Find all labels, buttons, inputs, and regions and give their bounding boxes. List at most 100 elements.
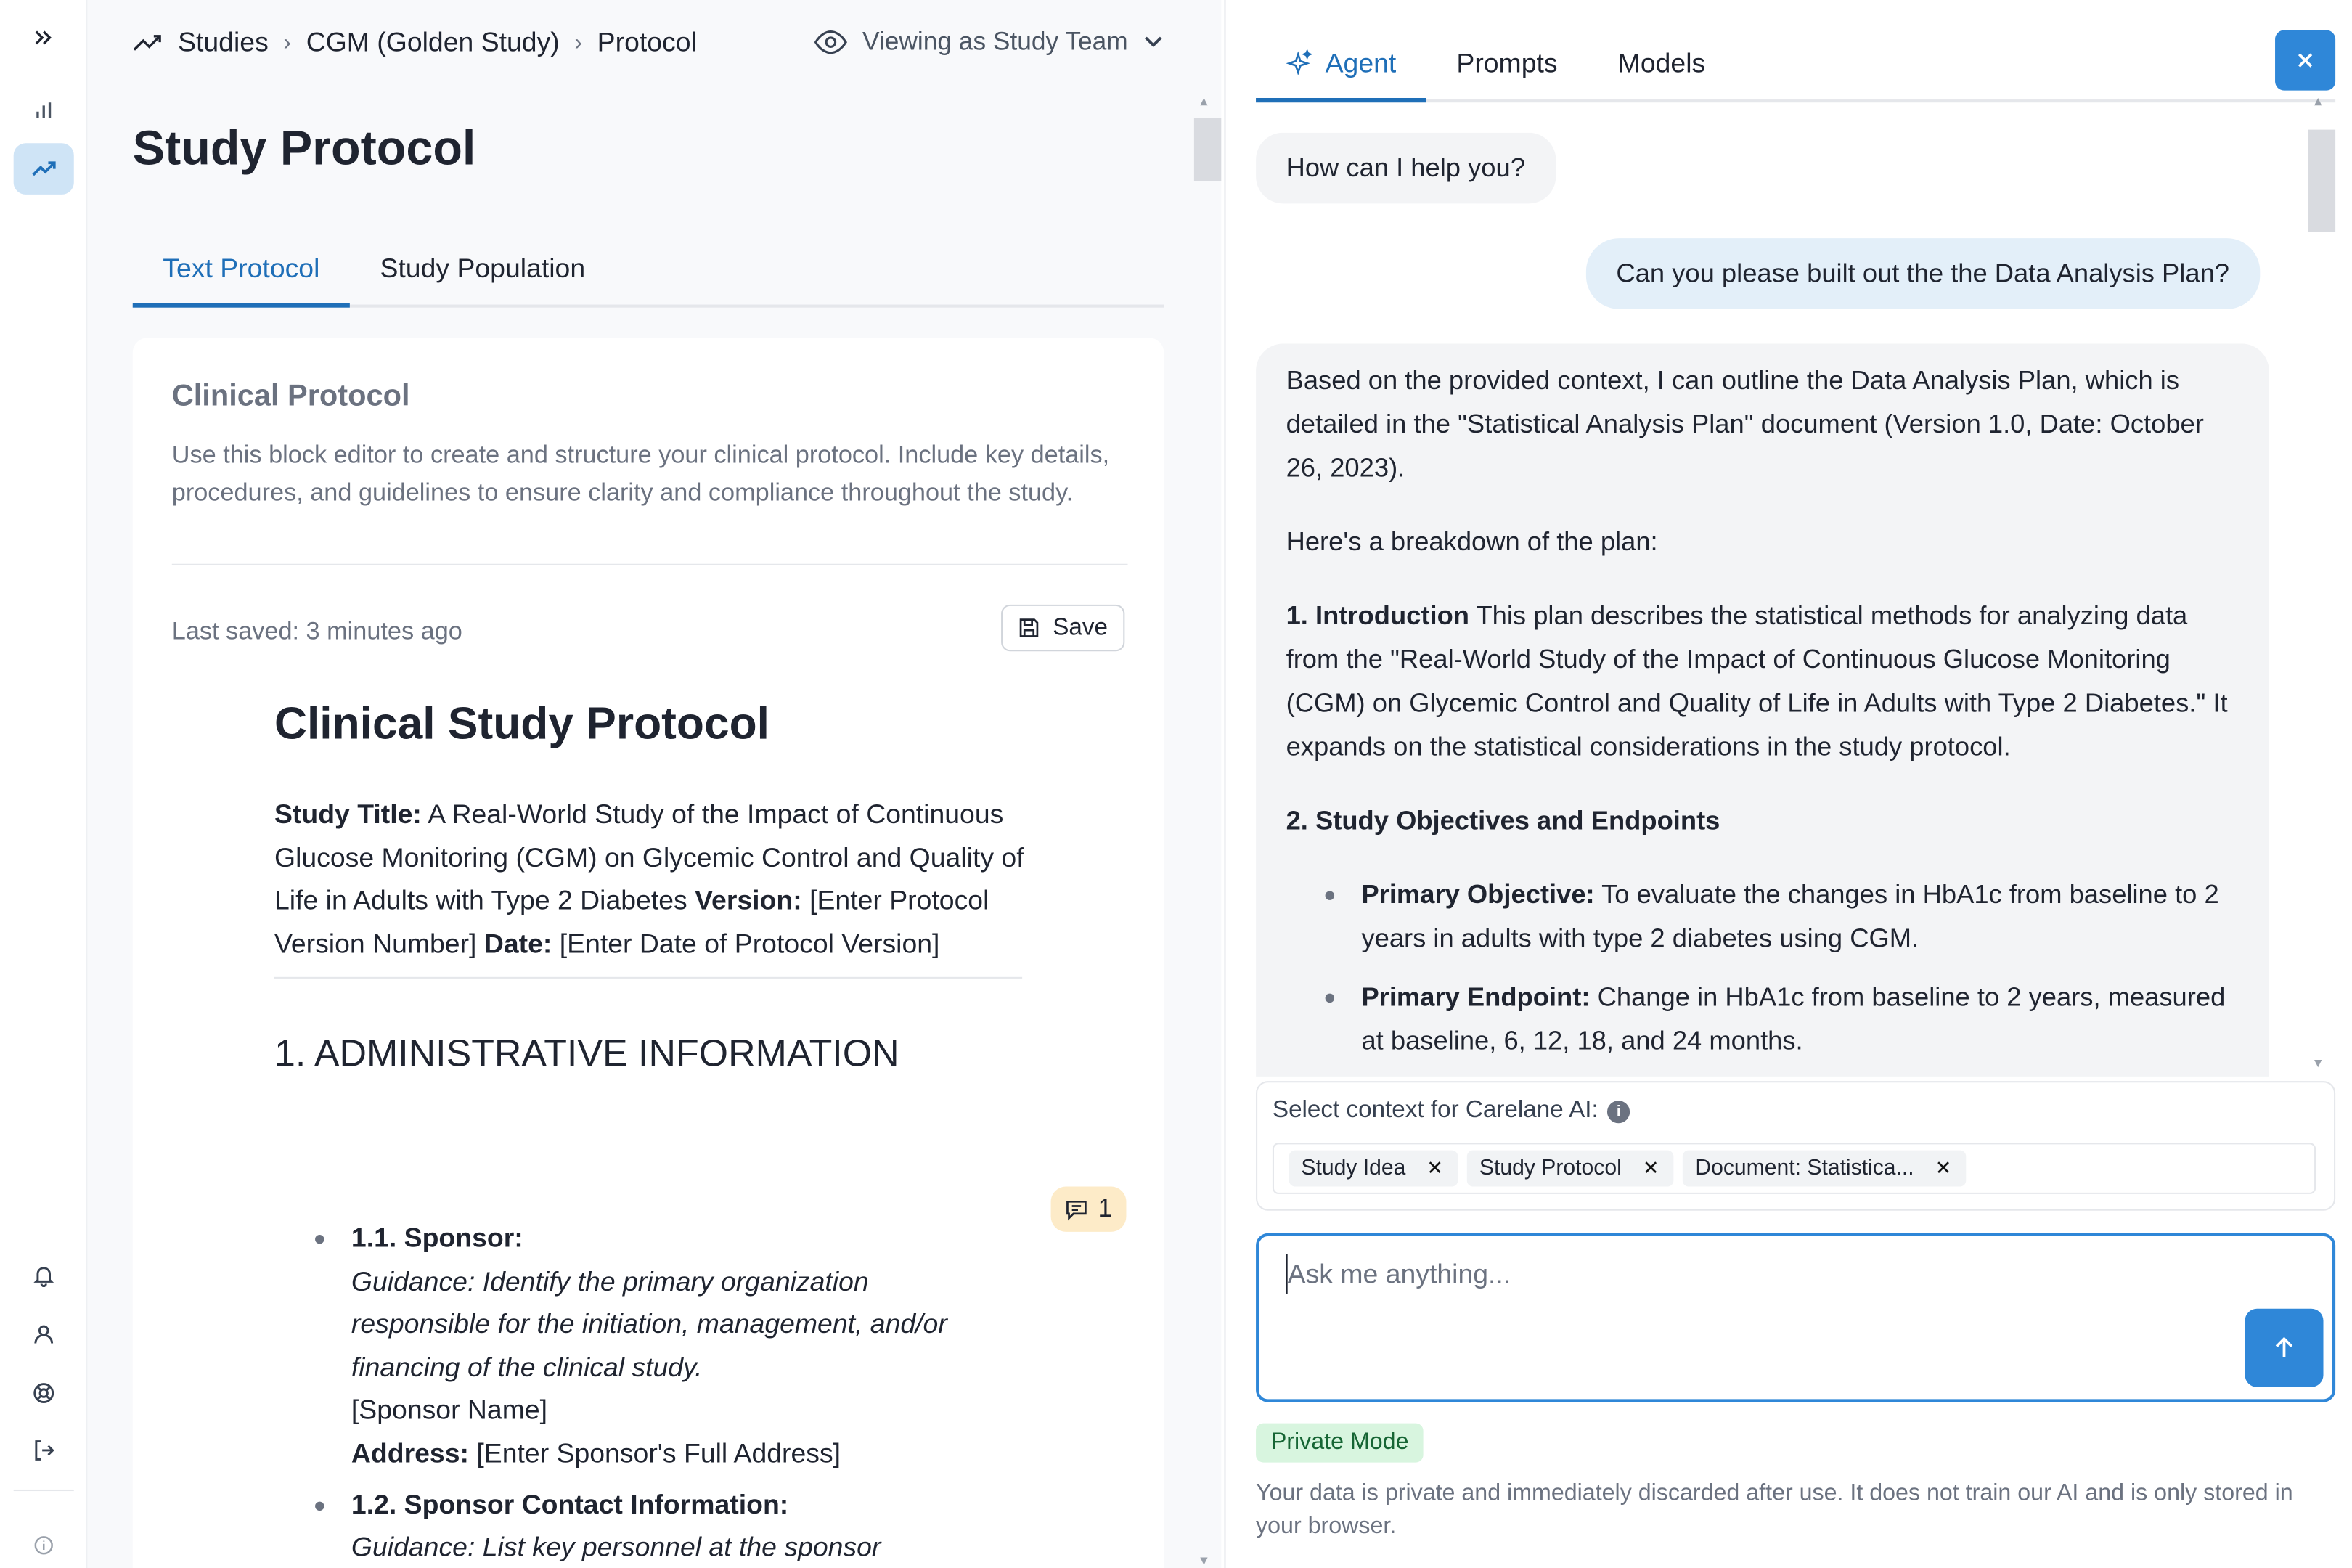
sidebar-divider	[13, 1489, 74, 1492]
chat-thread[interactable]: How can I help you? Can you please built…	[1256, 132, 2308, 1077]
chat-scrollbar[interactable]: ▴ ▾	[2308, 94, 2347, 1079]
left-scroll-thumb[interactable]	[1193, 117, 1222, 181]
item-guidance: Guidance: List key personnel at the spon…	[351, 1532, 881, 1562]
context-label-text: Select context for Carelane AI:	[1272, 1097, 1598, 1124]
comment-icon	[1066, 1199, 1087, 1220]
intro-label: 1. Introduction	[1286, 600, 1470, 631]
protocol-card: Clinical Protocol Use this block editor …	[132, 338, 1164, 1568]
address-value: [Enter Sponsor's Full Address]	[476, 1438, 841, 1469]
list-item: Primary Endpoint: Change in HbA1c from b…	[1325, 976, 2239, 1063]
tab-text-protocol[interactable]: Text Protocol	[132, 238, 350, 308]
private-mode-badge: Private Mode	[1256, 1423, 1424, 1463]
last-saved-text: Last saved: 3 minutes ago	[171, 618, 462, 645]
logout-icon[interactable]	[14, 1425, 74, 1477]
comment-badge[interactable]: 1	[1050, 1186, 1127, 1232]
privacy-disclaimer: Your data is private and immediately dis…	[1256, 1480, 2293, 1540]
document-divider	[274, 977, 1023, 979]
view-role-selector[interactable]: Viewing as Study Team	[814, 27, 1164, 57]
close-panel-button[interactable]	[2275, 30, 2336, 91]
panel-tabs: Agent Prompts Models	[1256, 30, 2336, 103]
viewing-label: Viewing as Study Team	[862, 27, 1128, 56]
administrative-list: 1.1. Sponsor: Guidance: Identify the pri…	[315, 1217, 1015, 1568]
app-root: Studies › CGM (Golden Study) › Protocol …	[0, 0, 2352, 1568]
list-item: Primary Objective: To evaluate the chang…	[1325, 873, 2239, 960]
trend-icon[interactable]	[13, 143, 74, 195]
page-title: Study Protocol	[132, 121, 476, 175]
ai-panel: Agent Prompts Models How can I help you?…	[1224, 0, 2352, 1568]
list-item: 1.2. Sponsor Contact Information: Guidan…	[315, 1483, 1015, 1568]
help-lifebuoy-icon[interactable]	[14, 1368, 74, 1419]
bell-icon[interactable]	[14, 1250, 74, 1302]
main-content: Studies › CGM (Golden Study) › Protocol …	[87, 0, 1222, 1568]
chevron-down-icon	[1145, 36, 1162, 47]
sparkle-icon	[1286, 49, 1313, 75]
answer-breakdown: Here's a breakdown of the plan:	[1286, 526, 1658, 557]
send-button[interactable]	[2245, 1308, 2324, 1387]
document-title: Clinical Study Protocol	[274, 699, 769, 750]
remove-chip-icon[interactable]: ✕	[1643, 1156, 1659, 1180]
scroll-up-icon[interactable]: ▴	[1200, 94, 1207, 110]
chat-input[interactable]	[1286, 1254, 2191, 1294]
floppy-icon	[1020, 618, 1039, 637]
info-icon[interactable]	[14, 1520, 74, 1568]
answer-introduction: 1. Introduction This plan describes the …	[1286, 594, 2239, 769]
protocol-tabs: Text Protocol Study Population	[132, 238, 1164, 308]
answer-intro: Based on the provided context, I can out…	[1286, 364, 2204, 483]
info-icon[interactable]: i	[1607, 1100, 1630, 1123]
remove-chip-icon[interactable]: ✕	[1935, 1156, 1952, 1180]
remove-chip-icon[interactable]: ✕	[1426, 1156, 1443, 1180]
item-placeholder: [Sponsor Name]	[351, 1395, 548, 1426]
save-button[interactable]: Save	[1001, 604, 1125, 652]
protocol-document[interactable]: Clinical Study Protocol Study Title: A R…	[274, 700, 1028, 1077]
breadcrumb-protocol: Protocol	[597, 27, 697, 57]
expand-sidebar-icon[interactable]	[14, 12, 74, 64]
tab-agent[interactable]: Agent	[1256, 30, 1426, 103]
eye-icon	[814, 30, 847, 54]
assistant-answer: Based on the provided context, I can out…	[1256, 343, 2269, 1077]
study-title-label: Study Title:	[274, 799, 422, 830]
breadcrumb: Studies › CGM (Golden Study) › Protocol	[133, 27, 697, 59]
breadcrumb-studies[interactable]: Studies	[178, 27, 269, 59]
item-heading: 1.1. Sponsor:	[351, 1222, 523, 1253]
study-title-paragraph: Study Title: A Real-World Study of the I…	[274, 793, 1028, 965]
tab-study-population[interactable]: Study Population	[350, 238, 616, 308]
bar-chart-icon[interactable]	[14, 84, 74, 136]
assistant-greeting: How can I help you?	[1256, 132, 1556, 204]
bullet-label: Primary Objective:	[1361, 878, 1595, 910]
context-chips[interactable]: Study Idea ✕ Study Protocol ✕ Document: …	[1272, 1143, 2316, 1194]
tab-prompts[interactable]: Prompts	[1426, 30, 1588, 103]
item-heading: 1.2. Sponsor Contact Information:	[351, 1489, 789, 1519]
scroll-down-icon[interactable]: ▾	[1200, 1553, 1207, 1568]
address-label: Address:	[351, 1438, 469, 1469]
save-label: Save	[1053, 614, 1108, 640]
left-scrollbar[interactable]: ▴ ▾	[1193, 94, 1222, 1568]
card-heading: Clinical Protocol	[171, 380, 410, 414]
tab-models[interactable]: Models	[1588, 30, 1736, 103]
context-chip: Study Protocol ✕	[1467, 1150, 1675, 1187]
tab-agent-label: Agent	[1325, 48, 1397, 78]
user-icon[interactable]	[14, 1309, 74, 1360]
date-label: Date:	[483, 928, 552, 959]
chevron-right-icon: ›	[283, 30, 291, 56]
arrow-up-icon	[2275, 1336, 2293, 1357]
chip-label: Study Protocol	[1479, 1156, 1622, 1181]
version-label: Version:	[695, 885, 802, 916]
objectives-list: Primary Objective: To evaluate the chang…	[1286, 873, 2239, 1063]
scroll-down-icon[interactable]: ▾	[2314, 1055, 2322, 1072]
context-chip: Study Idea ✕	[1289, 1150, 1458, 1187]
section-heading: 1. ADMINISTRATIVE INFORMATION	[274, 1033, 899, 1076]
user-message: Can you please built out the the Data An…	[1585, 238, 2260, 309]
comment-count: 1	[1098, 1193, 1113, 1223]
scroll-up-icon[interactable]: ▴	[2314, 94, 2322, 110]
date-value: [Enter Date of Protocol Version]	[559, 928, 940, 959]
close-icon	[2298, 53, 2313, 68]
context-label: Select context for Carelane AI: i	[1273, 1098, 1630, 1124]
studies-trend-icon	[133, 34, 161, 50]
item-guidance: Guidance: Identify the primary organizat…	[351, 1265, 947, 1383]
chip-label: Study Idea	[1301, 1156, 1406, 1181]
bullet-label: Primary Endpoint:	[1361, 981, 1591, 1012]
breadcrumb-study[interactable]: CGM (Golden Study)	[306, 27, 560, 59]
chat-scroll-thumb[interactable]	[2308, 129, 2336, 232]
objectives-heading: 2. Study Objectives and Endpoints	[1286, 799, 2239, 843]
context-chip: Document: Statistica... ✕	[1683, 1150, 1967, 1187]
